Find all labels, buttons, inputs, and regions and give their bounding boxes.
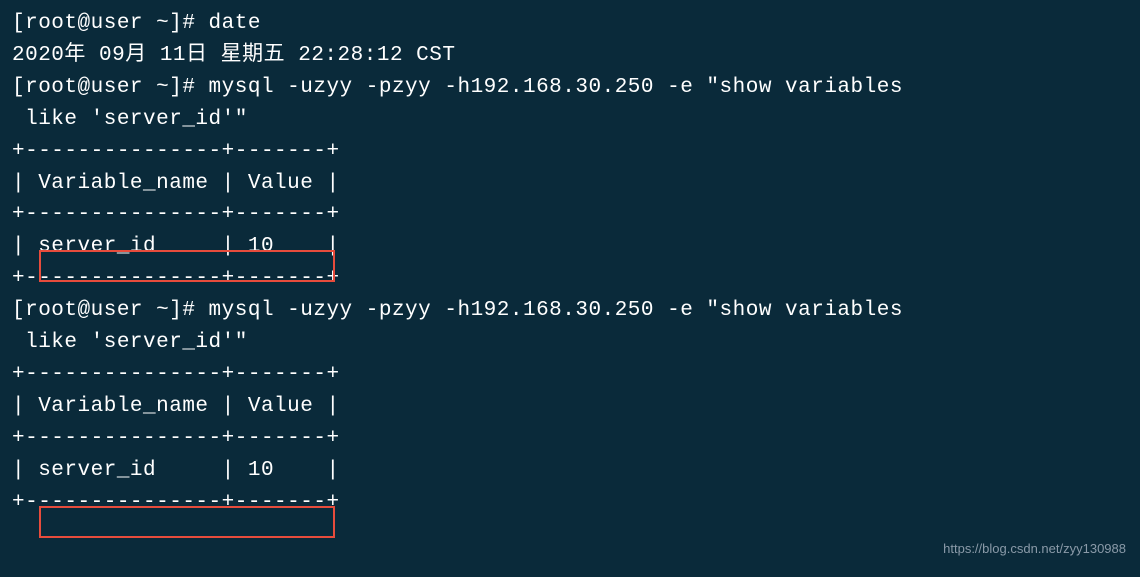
table-header-2: | Variable_name | Value |: [12, 391, 1128, 423]
watermark-text: https://blog.csdn.net/zyy130988: [943, 539, 1126, 559]
terminal-prompt-mysql-1: [root@user ~]# mysql -uzyy -pzyy -h192.1…: [12, 72, 1128, 104]
table-border-bottom-1: +---------------+-------+: [12, 263, 1128, 295]
terminal-prompt-mysql-2: [root@user ~]# mysql -uzyy -pzyy -h192.1…: [12, 295, 1128, 327]
table-border-top-1: +---------------+-------+: [12, 136, 1128, 168]
terminal-prompt-mysql-1-cont: like 'server_id'": [12, 104, 1128, 136]
table-row-1: | server_id | 10 |: [12, 231, 1128, 263]
terminal-output-date: 2020年 09月 11日 星期五 22:28:12 CST: [12, 40, 1128, 72]
terminal-prompt-mysql-2-cont: like 'server_id'": [12, 327, 1128, 359]
table-border-mid-2: +---------------+-------+: [12, 423, 1128, 455]
table-header-1: | Variable_name | Value |: [12, 168, 1128, 200]
terminal-prompt-date: [root@user ~]# date: [12, 8, 1128, 40]
table-row-2: | server_id | 10 |: [12, 455, 1128, 487]
table-border-top-2: +---------------+-------+: [12, 359, 1128, 391]
table-border-bottom-2: +---------------+-------+: [12, 487, 1128, 519]
table-border-mid-1: +---------------+-------+: [12, 199, 1128, 231]
